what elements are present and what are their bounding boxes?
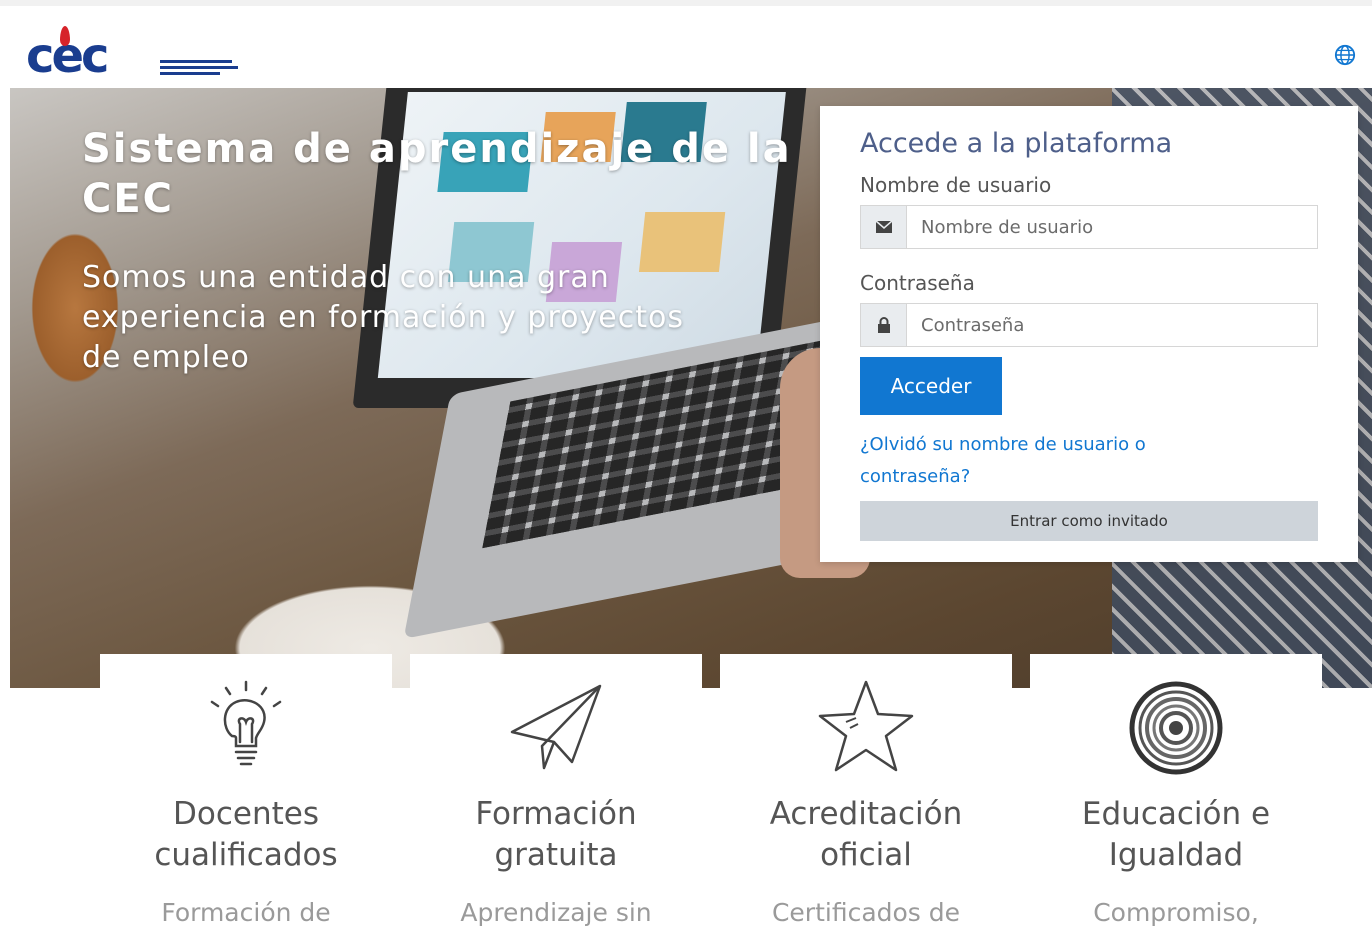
lock-icon bbox=[861, 304, 907, 346]
lightbulb-icon bbox=[210, 680, 282, 766]
guest-login-button[interactable]: Entrar como invitado bbox=[860, 501, 1318, 541]
cec-logo[interactable]: cec bbox=[26, 24, 241, 88]
feature-description: Formación de bbox=[161, 898, 331, 927]
hero-title: Sistema de aprendizaje de la CEC bbox=[82, 126, 792, 222]
login-submit-button[interactable]: Acceder bbox=[860, 357, 1002, 415]
paper-plane-icon bbox=[510, 684, 602, 770]
site-header: cec bbox=[0, 0, 1372, 88]
star-icon bbox=[818, 680, 914, 772]
feature-card-docentes: Docentes cualificados Formación de bbox=[100, 654, 392, 930]
feature-description: Aprendizaje sin bbox=[460, 898, 652, 927]
username-field-group bbox=[860, 205, 1318, 249]
feature-description: Certificados de bbox=[771, 898, 961, 927]
envelope-icon bbox=[861, 206, 907, 248]
password-field-group bbox=[860, 303, 1318, 347]
login-panel: Accede a la plataforma Nombre de usuario… bbox=[820, 106, 1358, 562]
username-label: Nombre de usuario bbox=[860, 173, 1052, 197]
feature-cards: Docentes cualificados Formación de Forma… bbox=[100, 654, 1324, 930]
target-icon bbox=[1129, 681, 1223, 775]
feature-title: Docentes cualificados bbox=[154, 796, 338, 873]
username-input[interactable] bbox=[907, 206, 1317, 248]
feature-card-acreditacion: Acreditación oficial Certificados de bbox=[720, 654, 1012, 930]
hero-subtitle: Somos una entidad con una gran experienc… bbox=[82, 260, 684, 375]
globe-icon[interactable] bbox=[1334, 44, 1356, 66]
feature-title: Educación e Igualdad bbox=[1081, 796, 1271, 873]
feature-card-formacion: Formación gratuita Aprendizaje sin bbox=[410, 654, 702, 930]
forgot-credentials-link[interactable]: ¿Olvidó su nombre de usuario o contraseñ… bbox=[860, 429, 1240, 493]
feature-card-educacion: Educación e Igualdad Compromiso, bbox=[1030, 654, 1322, 930]
login-heading: Accede a la plataforma bbox=[860, 128, 1173, 159]
feature-title: Acreditación oficial bbox=[769, 796, 963, 873]
password-input[interactable] bbox=[907, 304, 1317, 346]
password-label: Contraseña bbox=[860, 271, 975, 295]
logo-tagline-graphic bbox=[160, 60, 238, 78]
feature-title: Formación gratuita bbox=[475, 796, 637, 873]
feature-description: Compromiso, bbox=[1093, 898, 1259, 927]
